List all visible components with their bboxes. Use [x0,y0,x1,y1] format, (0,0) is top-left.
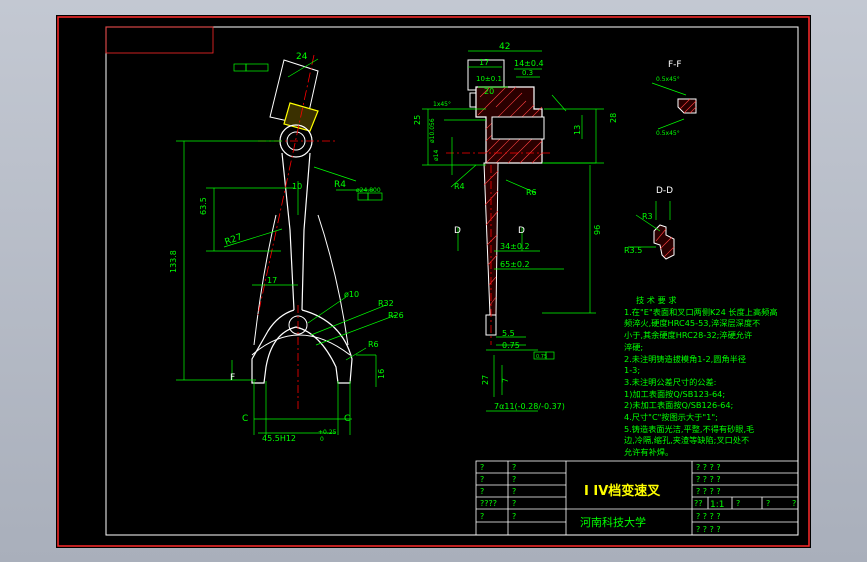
dim-r26: R26 [388,311,404,320]
dim-96: 96 [593,225,602,235]
dim-phi14: ø14 [433,150,440,161]
dim-tol-lower: 0 [320,436,324,443]
dim-7a11: 7α11(-0.28/-0.37) [494,402,565,411]
dim-42: 42 [499,42,510,52]
dim-25: 25 [413,115,422,125]
tb-cell: ? ? ? ? [696,463,721,472]
dim-14: 14±0.4 [514,59,544,68]
tb-cell: ? [512,475,516,484]
dim-0-3: 0.3 [522,69,533,77]
tb-cell: ? [480,512,484,521]
section-ff [651,82,697,130]
dim-65: 65±0.2 [500,260,530,269]
section-ff-label: F-F [668,60,682,70]
note-line: 淬硬; [624,341,644,352]
view-arrow-f: F [230,373,235,383]
note-line: 4.尺寸"C"按图示大于"1"; [624,412,718,423]
dim-16: 16 [377,369,386,379]
dim-0-75: 0.75 [502,341,520,350]
dim-27: 27 [481,375,490,385]
tb-cell: ? ? ? ? [696,475,721,484]
dim-24: 24 [296,52,308,62]
tb-cell: ? [512,512,516,521]
tb-cell: ? [512,487,516,496]
tb-cell: ???? [480,499,497,508]
dim-10: 10 [292,182,302,191]
dim-ff-chamfer-1: 0.5x45° [656,76,680,83]
dim-28: 28 [609,113,618,123]
tb-cell: ? [792,499,796,508]
dim-45-5h12: 45.5H12 [262,434,296,443]
dim-tol-upper: +0.25 [318,429,337,436]
tb-cell: ? [512,499,516,508]
dim-r3: R3 [642,212,653,221]
dim-13: 13 [573,125,582,135]
dim-r27: R27 [224,232,244,247]
school-name: 河南科技大学 [580,515,646,529]
dim-10-tol: 10±0.1 [476,75,502,83]
dim-63-5: 63.5 [199,197,208,215]
dim-7: 7 [501,378,510,383]
note-line: 小于,其余硬度HRC28-32;淬硬允许 [624,330,753,341]
tb-cell: ? [480,463,484,472]
tb-cell: ? [766,499,770,508]
dim-r6-side: R6 [526,188,537,197]
dim-133-8: 133.8 [169,250,178,273]
note-line: 1-3; [624,365,641,376]
technical-notes: 技 术 要 求 1.在"E"表面和叉口两侧K24 长度上高频高 频淬火,硬度HR… [624,295,806,459]
top-left-cell [105,26,214,54]
section-dd-label: D-D [656,186,673,196]
dim-34: 34±0.2 [500,242,530,251]
front-view [176,54,397,435]
note-line: 频淬火,硬度HRC45-53,淬深层深度不 [624,318,761,329]
dim-r32: R32 [378,299,394,308]
note-line: 允许有补焊。 [624,447,674,458]
tb-cell: ? [736,499,740,508]
note-line: 2)未加工表面按Q/SB126-64; [624,400,734,411]
note-line: 边,冷隔,缩孔,夹渣等缺陷;叉口处不 [624,435,750,446]
scale-value: 1:1 [710,500,724,510]
dim-r4-side: R4 [454,182,465,191]
dim-c-left: C [242,414,248,424]
dim-phi10-056: ø10.056 [429,118,436,143]
fork-shaft [281,152,311,311]
dim-5-5: 5.5 [502,329,515,338]
dim-phi10: ø10 [344,290,359,299]
cad-viewport[interactable]: 24 10 R4 63.5 133.8 R27 17 ø10 R32 R26 R… [0,0,867,562]
cad-drawing: 24 10 R4 63.5 133.8 R27 17 ø10 R32 R26 R… [57,16,810,547]
view-arrow-d-right: D [518,226,525,236]
dim-17: 17 [267,276,277,285]
dim-20: 20 [484,87,494,96]
tb-cell: ?? [694,499,703,508]
note-line: 1)加工表面按Q/SB123-64; [624,388,726,399]
dim-0-75-b: 0.75 [536,354,547,360]
view-arrow-d-left: D [454,226,461,236]
dim-r6: R6 [368,340,379,349]
dim-phi24-8: ø24.800 [356,187,381,194]
note-line: 2.未注明铸造拔模角1-2,圆角半径 [624,353,747,364]
dim-c-right: C [344,414,350,424]
note-line: 1.在"E"表面和叉口两侧K24 长度上高频高 [624,306,778,317]
dim-chamfer: 1x45° [433,101,451,108]
tb-cell: ? [480,487,484,496]
tb-cell: ? ? ? ? [696,525,721,534]
tb-cell: ? ? ? ? [696,487,721,496]
side-bore [491,116,545,140]
dim-r4: R4 [334,180,346,190]
note-line: 3.未注明公差尺寸的公差: [624,376,717,387]
dim-17-side: 17 [479,58,489,67]
note-line: 5.铸造表面光洁,平整,不得有砂眼,毛 [624,423,755,434]
tb-cell: ? [480,475,484,484]
tb-cell: ? ? ? ? [696,512,721,521]
dim-r3-5: R3.5 [624,246,642,255]
dim-ff-chamfer-2: 0.5x45° [656,130,680,137]
notes-heading: 技 术 要 求 [636,295,677,305]
part-name: I IV档变速叉 [584,483,661,499]
tb-cell: ? [512,463,516,472]
drawing-sheet[interactable]: 24 10 R4 63.5 133.8 R27 17 ø10 R32 R26 R… [56,15,811,548]
